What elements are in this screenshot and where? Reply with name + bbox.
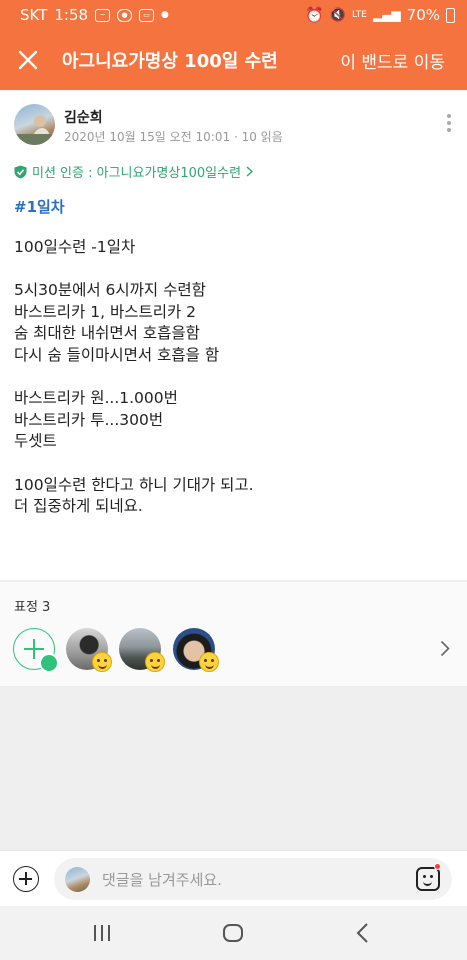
post-line: 100일수련 -1일차 bbox=[14, 238, 136, 256]
comment-input[interactable]: 댓글을 남겨주세요. bbox=[54, 858, 452, 900]
post-date: 2020년 10월 15일 오전 10:01 bbox=[64, 130, 231, 144]
clock: 1:58 bbox=[54, 6, 89, 24]
smile-emoji-icon bbox=[199, 652, 219, 672]
sticker-icon[interactable] bbox=[416, 867, 440, 891]
post-line: 바스트리카 투...300번 bbox=[14, 410, 164, 429]
notification-icon: ~ bbox=[95, 8, 111, 22]
post-line bbox=[14, 259, 254, 281]
post-card: 김순희 2020년 10월 15일 오전 10:01 · 10 읽음 미션 인증… bbox=[0, 90, 467, 580]
reactions-count-label: 표정 3 bbox=[14, 600, 51, 615]
post-line: 다시 숨 들이마시면서 호흡을 함 bbox=[14, 345, 220, 364]
reactions-more-button[interactable] bbox=[440, 640, 450, 661]
system-navigation-bar bbox=[0, 906, 467, 960]
post-line: 100일수련 한다고 하니 기대가 되고. bbox=[14, 475, 254, 494]
battery-label: 70% bbox=[406, 6, 440, 24]
hashtag-link[interactable]: #1일차 bbox=[14, 196, 65, 217]
more-notifications-icon: ● bbox=[161, 10, 169, 20]
post-line: 숨 최대한 내쉬면서 호흡을함 bbox=[14, 324, 200, 343]
mute-icon: 🔇 bbox=[329, 7, 346, 23]
author-name[interactable]: 김순희 bbox=[64, 107, 103, 127]
reactor-avatar[interactable] bbox=[119, 628, 165, 672]
alarm-icon: ⏰ bbox=[305, 6, 324, 24]
recent-apps-icon bbox=[94, 925, 110, 941]
close-icon bbox=[18, 50, 38, 70]
reactor-avatar[interactable] bbox=[66, 628, 112, 672]
attach-button[interactable] bbox=[13, 866, 39, 892]
reactor-avatar[interactable] bbox=[173, 628, 219, 672]
mission-link[interactable]: 미션 인증 : 아그니요가명상100일수련 bbox=[14, 162, 254, 181]
chat-icon: ● bbox=[117, 8, 133, 22]
chevron-right-icon bbox=[440, 640, 450, 657]
battery-icon bbox=[446, 7, 455, 23]
band-icon: ▭ bbox=[139, 8, 155, 22]
post-line: 바스트리카 1, 바스트리카 2 bbox=[14, 302, 197, 321]
mission-label: 미션 인증 : 아그니요가명상100일수련 bbox=[32, 166, 242, 181]
author-avatar[interactable] bbox=[14, 104, 55, 145]
read-count[interactable]: 10 읽음 bbox=[242, 130, 283, 144]
page-title: 아그니요가명상 100일 수련 bbox=[62, 51, 278, 72]
comment-placeholder: 댓글을 남겨주세요. bbox=[102, 871, 222, 889]
chevron-right-icon bbox=[246, 166, 254, 177]
reactions-section: 표정 3 bbox=[0, 582, 467, 686]
status-bar: SKT 1:58 ~ ● ▭ ● ⏰ 🔇 LTE ▂▄▆ 70% bbox=[0, 0, 467, 30]
post-meta: 2020년 10월 15일 오전 10:01 · 10 읽음 bbox=[64, 128, 283, 145]
go-to-band-button[interactable]: 이 밴드로 이동 bbox=[340, 48, 445, 73]
home-icon bbox=[223, 924, 243, 942]
post-line: 바스트리카 원...1.000번 bbox=[14, 389, 178, 408]
back-icon bbox=[356, 923, 368, 943]
smile-emoji-icon bbox=[145, 652, 165, 672]
post-line: 두셋트 bbox=[14, 432, 57, 451]
meta-separator: · bbox=[233, 130, 242, 144]
comment-bar: 댓글을 남겨주세요. bbox=[0, 850, 467, 906]
avatar-photo bbox=[14, 115, 55, 145]
close-button[interactable] bbox=[0, 30, 56, 90]
signal-icon: ▂▄▆ bbox=[372, 8, 401, 22]
my-avatar bbox=[65, 867, 90, 892]
post-line bbox=[14, 453, 254, 475]
post-line bbox=[14, 367, 254, 389]
carrier-label: SKT bbox=[20, 6, 48, 24]
more-options-button[interactable] bbox=[443, 114, 455, 138]
back-button[interactable] bbox=[350, 920, 376, 946]
smile-icon bbox=[39, 653, 59, 673]
post-line: 5시30분에서 6시까지 수련함 bbox=[14, 281, 206, 300]
post-line: 더 집중하게 되네요. bbox=[14, 497, 143, 516]
shield-check-icon bbox=[14, 165, 27, 178]
lte-label: LTE bbox=[352, 10, 367, 20]
add-reaction-button[interactable] bbox=[13, 628, 59, 673]
smile-emoji-icon bbox=[92, 652, 112, 672]
app-bar: 아그니요가명상 100일 수련 이 밴드로 이동 bbox=[0, 30, 467, 90]
home-button[interactable] bbox=[220, 920, 246, 946]
post-body: 100일수련 -1일차 5시30분에서 6시까지 수련함 바스트리카 1, 바스… bbox=[14, 237, 254, 518]
new-badge-dot bbox=[434, 863, 441, 870]
recent-apps-button[interactable] bbox=[89, 920, 115, 946]
